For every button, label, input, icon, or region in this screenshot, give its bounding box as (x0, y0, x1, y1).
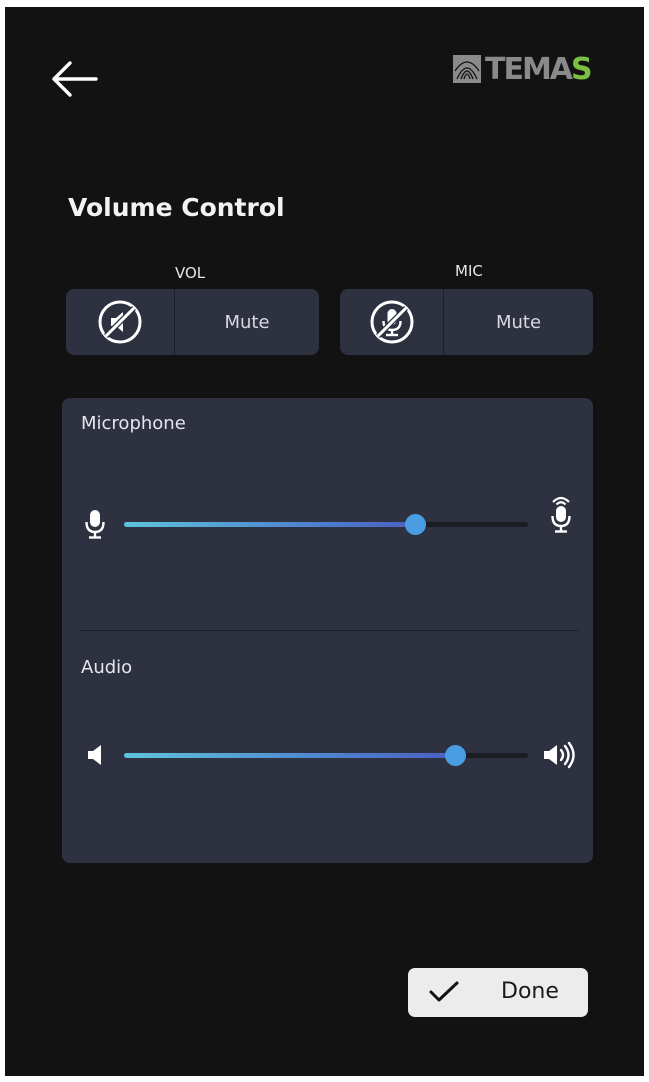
done-button[interactable]: Done (408, 968, 588, 1017)
microphone-label: Microphone (81, 413, 186, 434)
logo-text-accent: S (571, 51, 593, 87)
microphone-slider-row (76, 496, 581, 546)
audio-label: Audio (81, 657, 133, 678)
levels-panel: Microphone Audio (62, 398, 593, 863)
logo-text: TEMA (485, 51, 573, 87)
audio-slider-thumb[interactable] (445, 745, 467, 766)
mic-high-icon (551, 496, 571, 533)
speaker-low-icon (88, 745, 101, 765)
audio-slider-fill (124, 753, 456, 758)
arrow-left-icon (52, 61, 98, 97)
brand-logo: TEMAS (453, 47, 593, 91)
done-label: Done (501, 979, 559, 1004)
vol-mute-button[interactable]: Mute (66, 289, 319, 355)
microphone-slider-thumb[interactable] (404, 514, 426, 535)
vol-group-label: VOL (175, 264, 206, 282)
mic-group-label: MIC (455, 262, 483, 280)
check-icon (429, 981, 459, 1002)
screen: TEMAS Volume Control VOL Mute MIC Mute M… (5, 7, 644, 1076)
audio-slider-row (76, 733, 581, 777)
vol-mute-label: Mute (224, 311, 270, 333)
back-button[interactable] (46, 51, 102, 107)
mic-icon (85, 510, 105, 539)
panel-divider (80, 630, 579, 631)
speaker-muted-icon (98, 300, 142, 344)
microphone-slider-fill (124, 522, 415, 527)
microphone-slider[interactable] (124, 514, 528, 535)
speaker-high-icon (544, 741, 575, 769)
fingerprint-logo-icon (453, 55, 481, 83)
mic-muted-icon (370, 300, 413, 344)
mic-mute-label: Mute (495, 311, 542, 333)
mic-mute-button[interactable]: Mute (340, 289, 593, 355)
page-title: Volume Control (68, 193, 285, 222)
audio-slider[interactable] (124, 745, 528, 766)
